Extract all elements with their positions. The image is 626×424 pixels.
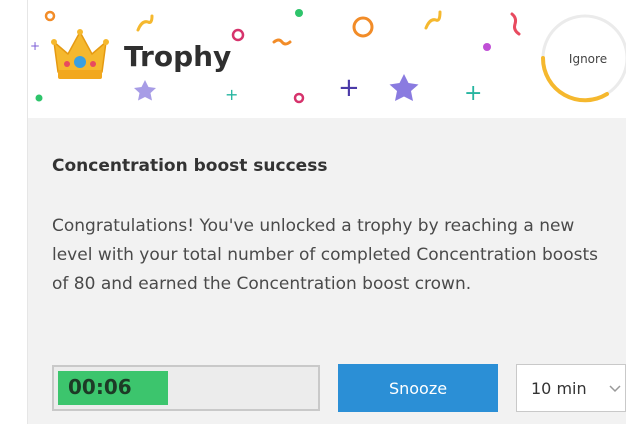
svg-text:+: + xyxy=(464,81,482,106)
svg-text:+: + xyxy=(225,85,238,104)
ignore-button[interactable]: Ignore xyxy=(560,52,616,66)
countdown-timer: 00:06 xyxy=(52,365,320,411)
left-edge-strip xyxy=(0,0,28,424)
svg-text:+: + xyxy=(30,39,40,53)
notification-subtitle: Concentration boost success xyxy=(52,156,328,176)
header: + + + + Trophy Ignore xyxy=(28,0,626,118)
chevron-down-icon xyxy=(609,385,621,393)
notification-title: Trophy xyxy=(124,40,232,73)
crown-icon xyxy=(51,29,109,79)
snooze-button[interactable]: Snooze xyxy=(338,364,498,412)
snooze-duration-select[interactable]: 10 min xyxy=(516,364,626,412)
svg-text:+: + xyxy=(338,73,360,103)
trophy-notification: + + + + Trophy Ignore Concentration boos… xyxy=(28,0,626,424)
snooze-duration-value: 10 min xyxy=(531,379,587,398)
timer-value: 00:06 xyxy=(68,375,132,399)
notification-message: Congratulations! You've unlocked a troph… xyxy=(52,216,598,294)
